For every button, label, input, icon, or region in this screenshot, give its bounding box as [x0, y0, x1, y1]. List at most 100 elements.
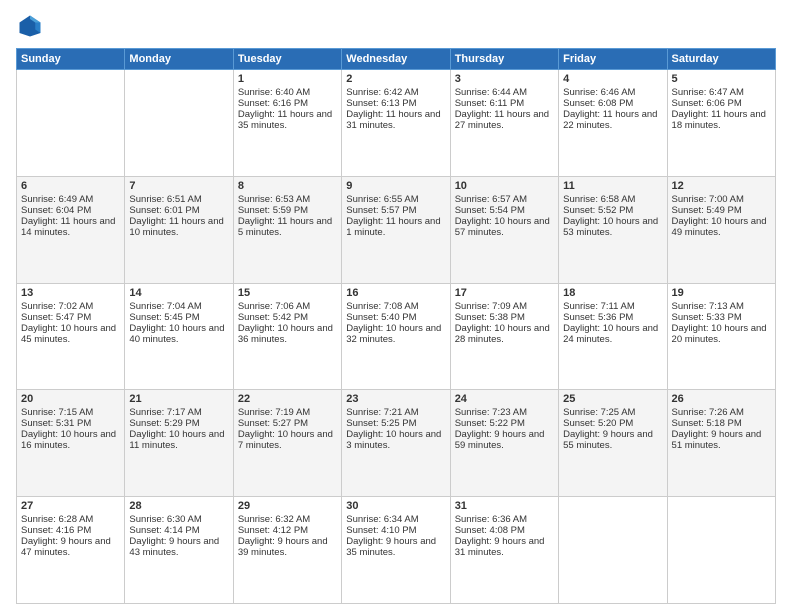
sunrise-text: Sunrise: 6:34 AM: [346, 514, 445, 525]
calendar-table: SundayMondayTuesdayWednesdayThursdayFrid…: [16, 48, 776, 604]
page: SundayMondayTuesdayWednesdayThursdayFrid…: [0, 0, 792, 612]
calendar-day-cell: 21Sunrise: 7:17 AMSunset: 5:29 PMDayligh…: [125, 390, 233, 497]
sunset-text: Sunset: 5:22 PM: [455, 418, 554, 429]
sunset-text: Sunset: 5:54 PM: [455, 205, 554, 216]
day-number: 15: [238, 287, 337, 299]
sunset-text: Sunset: 4:16 PM: [21, 525, 120, 536]
calendar-day-cell: 13Sunrise: 7:02 AMSunset: 5:47 PMDayligh…: [17, 283, 125, 390]
calendar-week-row: 6Sunrise: 6:49 AMSunset: 6:04 PMDaylight…: [17, 176, 776, 283]
daylight-text: Daylight: 9 hours and 39 minutes.: [238, 536, 337, 558]
sunset-text: Sunset: 5:47 PM: [21, 312, 120, 323]
day-number: 20: [21, 393, 120, 405]
sunrise-text: Sunrise: 6:42 AM: [346, 87, 445, 98]
calendar-day-cell: 2 Sunrise: 6:42 AMSunset: 6:13 PMDaylight…: [342, 70, 450, 177]
sunrise-text: Sunrise: 7:04 AM: [129, 301, 228, 312]
calendar-day-cell: 24Sunrise: 7:23 AMSunset: 5:22 PMDayligh…: [450, 390, 558, 497]
sunrise-text: Sunrise: 6:30 AM: [129, 514, 228, 525]
sunset-text: Sunset: 4:10 PM: [346, 525, 445, 536]
calendar-day-cell: 7Sunrise: 6:51 AMSunset: 6:01 PMDaylight…: [125, 176, 233, 283]
calendar-day-cell: 6Sunrise: 6:49 AMSunset: 6:04 PMDaylight…: [17, 176, 125, 283]
calendar-day-cell: [667, 497, 775, 604]
sunset-text: Sunset: 6:06 PM: [672, 98, 771, 109]
daylight-text: Daylight: 10 hours and 32 minutes.: [346, 323, 445, 345]
day-number: 10: [455, 180, 554, 192]
weekday-header-friday: Friday: [559, 49, 667, 70]
day-number: 26: [672, 393, 771, 405]
calendar-day-cell: 4Sunrise: 6:46 AMSunset: 6:08 PMDaylight…: [559, 70, 667, 177]
logo: [16, 12, 48, 40]
daylight-text: Daylight: 10 hours and 49 minutes.: [672, 216, 771, 238]
daylight-text: Daylight: 10 hours and 24 minutes.: [563, 323, 662, 345]
sunset-text: Sunset: 6:08 PM: [563, 98, 662, 109]
day-number: 16: [346, 287, 445, 299]
calendar-day-cell: 31Sunrise: 6:36 AMSunset: 4:08 PMDayligh…: [450, 497, 558, 604]
day-number: 22: [238, 393, 337, 405]
day-number: 21: [129, 393, 228, 405]
sunrise-text: Sunrise: 6:53 AM: [238, 194, 337, 205]
sunrise-text: Sunrise: 7:09 AM: [455, 301, 554, 312]
sunset-text: Sunset: 4:08 PM: [455, 525, 554, 536]
day-number: 3: [455, 73, 554, 85]
daylight-text: Daylight: 11 hours and 35 minutes.: [238, 109, 337, 131]
calendar-day-cell: 15Sunrise: 7:06 AMSunset: 5:42 PMDayligh…: [233, 283, 341, 390]
sunset-text: Sunset: 6:13 PM: [346, 98, 445, 109]
sunset-text: Sunset: 5:25 PM: [346, 418, 445, 429]
day-number: 25: [563, 393, 662, 405]
calendar-day-cell: 11Sunrise: 6:58 AMSunset: 5:52 PMDayligh…: [559, 176, 667, 283]
daylight-text: Daylight: 9 hours and 59 minutes.: [455, 429, 554, 451]
sunset-text: Sunset: 5:59 PM: [238, 205, 337, 216]
day-number: 30: [346, 500, 445, 512]
day-number: 14: [129, 287, 228, 299]
calendar-day-cell: 18 Sunrise: 7:11 AMSunset: 5:36 PMDayligh…: [559, 283, 667, 390]
calendar-day-cell: 26Sunrise: 7:26 AMSunset: 5:18 PMDayligh…: [667, 390, 775, 497]
daylight-text: Daylight: 10 hours and 16 minutes.: [21, 429, 120, 451]
daylight-text: Daylight: 10 hours and 53 minutes.: [563, 216, 662, 238]
sunset-text: Sunset: 5:20 PM: [563, 418, 662, 429]
sunrise-text: Sunrise: 6:28 AM: [21, 514, 120, 525]
sunrise-text: Sunrise: 6:55 AM: [346, 194, 445, 205]
calendar-day-cell: 25Sunrise: 7:25 AMSunset: 5:20 PMDayligh…: [559, 390, 667, 497]
sunset-text: Sunset: 5:31 PM: [21, 418, 120, 429]
daylight-text: Daylight: 11 hours and 1 minute.: [346, 216, 445, 238]
sunset-text: Sunset: 5:18 PM: [672, 418, 771, 429]
day-number: 5: [672, 73, 771, 85]
daylight-text: Daylight: 10 hours and 40 minutes.: [129, 323, 228, 345]
daylight-text: Daylight: 9 hours and 55 minutes.: [563, 429, 662, 451]
weekday-header-row: SundayMondayTuesdayWednesdayThursdayFrid…: [17, 49, 776, 70]
calendar-day-cell: 16Sunrise: 7:08 AMSunset: 5:40 PMDayligh…: [342, 283, 450, 390]
calendar-day-cell: 19Sunrise: 7:13 AMSunset: 5:33 PMDayligh…: [667, 283, 775, 390]
sunset-text: Sunset: 6:16 PM: [238, 98, 337, 109]
calendar-day-cell: 23Sunrise: 7:21 AMSunset: 5:25 PMDayligh…: [342, 390, 450, 497]
sunset-text: Sunset: 5:40 PM: [346, 312, 445, 323]
day-number: 9: [346, 180, 445, 192]
sunrise-text: Sunrise: 7:21 AM: [346, 407, 445, 418]
calendar-day-cell: 29Sunrise: 6:32 AMSunset: 4:12 PMDayligh…: [233, 497, 341, 604]
day-number: 23: [346, 393, 445, 405]
calendar-day-cell: 1Sunrise: 6:40 AMSunset: 6:16 PMDaylight…: [233, 70, 341, 177]
sunrise-text: Sunrise: 7:13 AM: [672, 301, 771, 312]
daylight-text: Daylight: 9 hours and 31 minutes.: [455, 536, 554, 558]
sunset-text: Sunset: 5:49 PM: [672, 205, 771, 216]
calendar-day-cell: 10Sunrise: 6:57 AMSunset: 5:54 PMDayligh…: [450, 176, 558, 283]
daylight-text: Daylight: 9 hours and 47 minutes.: [21, 536, 120, 558]
calendar-day-cell: [125, 70, 233, 177]
weekday-header-monday: Monday: [125, 49, 233, 70]
calendar-week-row: 13Sunrise: 7:02 AMSunset: 5:47 PMDayligh…: [17, 283, 776, 390]
day-number: 2: [346, 73, 445, 85]
sunset-text: Sunset: 5:38 PM: [455, 312, 554, 323]
calendar-day-cell: [559, 497, 667, 604]
sunset-text: Sunset: 5:36 PM: [563, 312, 662, 323]
daylight-text: Daylight: 11 hours and 27 minutes.: [455, 109, 554, 131]
daylight-text: Daylight: 11 hours and 31 minutes.: [346, 109, 445, 131]
day-number: 18: [563, 287, 662, 299]
sunset-text: Sunset: 5:42 PM: [238, 312, 337, 323]
sunrise-text: Sunrise: 6:58 AM: [563, 194, 662, 205]
sunrise-text: Sunrise: 7:02 AM: [21, 301, 120, 312]
day-number: 4: [563, 73, 662, 85]
sunrise-text: Sunrise: 7:17 AM: [129, 407, 228, 418]
calendar-week-row: 1Sunrise: 6:40 AMSunset: 6:16 PMDaylight…: [17, 70, 776, 177]
sunrise-text: Sunrise: 6:36 AM: [455, 514, 554, 525]
sunrise-text: Sunrise: 7:11 AM: [563, 301, 662, 312]
daylight-text: Daylight: 11 hours and 18 minutes.: [672, 109, 771, 131]
calendar-day-cell: 3Sunrise: 6:44 AMSunset: 6:11 PMDaylight…: [450, 70, 558, 177]
